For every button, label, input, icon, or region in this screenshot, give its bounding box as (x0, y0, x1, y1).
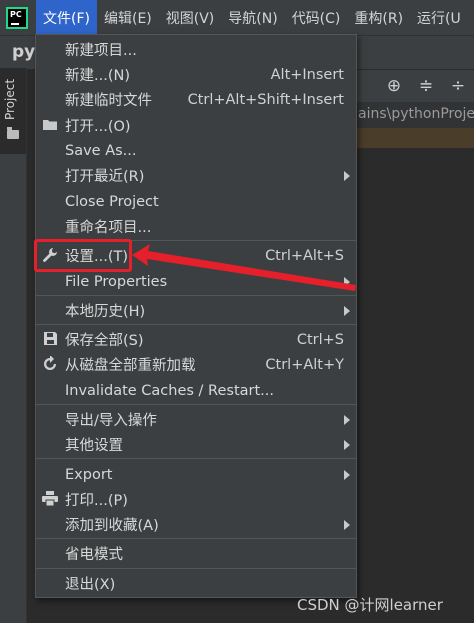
project-name-label: py (12, 42, 36, 62)
menu-item-reload-from-disk[interactable]: 从磁盘全部重新加载 Ctrl+Alt+Y (36, 352, 356, 377)
menu-separator (36, 404, 356, 405)
menu-item-label: 导出/导入操作 (65, 413, 157, 429)
menu-separator (36, 458, 356, 459)
menu-item-label: Close Project (65, 193, 159, 210)
menu-item-label: Export (65, 466, 113, 483)
pycharm-logo-icon: PC (6, 6, 28, 29)
menu-item-label: Save As... (65, 142, 137, 159)
menu-item-label: 从磁盘全部重新加载 (65, 358, 196, 374)
menu-separator (36, 295, 356, 296)
menu-separator (36, 538, 356, 539)
menu-item-label: 本地历史(H) (65, 304, 146, 320)
menu-item-local-history[interactable]: 本地历史(H) (36, 298, 356, 323)
printer-icon (41, 490, 59, 509)
menu-item-label: 新建临时文件 (65, 93, 152, 109)
folder-icon (41, 117, 59, 135)
menu-item-label: 打开...(O) (65, 119, 131, 135)
menu-navigate[interactable]: 导航(N) (221, 0, 284, 35)
submenu-arrow-icon (344, 276, 350, 287)
file-menu-dropdown: 新建项目... 新建...(N) Alt+Insert 新建临时文件 Ctrl+… (35, 34, 357, 598)
menu-item-close-project[interactable]: Close Project (36, 189, 356, 214)
menu-item-shortcut: Ctrl+Alt+S (265, 247, 344, 264)
menu-item-shortcut: Alt+Insert (270, 66, 344, 83)
menu-item-save-as[interactable]: Save As... (36, 138, 356, 163)
menu-item-rename-project[interactable]: 重命名项目... (36, 214, 356, 239)
menu-item-exit[interactable]: 退出(X) (36, 571, 356, 596)
project-path-text: ains\pythonProje (358, 106, 474, 122)
reload-icon (41, 354, 59, 374)
folder-icon (7, 127, 19, 139)
menu-item-label: Invalidate Caches / Restart... (65, 382, 274, 399)
menu-item-label: 新建...(N) (65, 68, 130, 84)
collapse-all-icon[interactable]: ÷ (448, 76, 468, 96)
menu-refactor[interactable]: 重构(R) (347, 0, 410, 35)
menu-edit[interactable]: 编辑(E) (97, 0, 159, 35)
menu-bar: PC 文件(F) 编辑(E) 视图(V) 导航(N) 代码(C) 重构(R) 运… (0, 0, 474, 35)
menu-item-add-to-favorites[interactable]: 添加到收藏(A) (36, 512, 356, 537)
menu-item-label: 保存全部(S) (65, 333, 144, 349)
menu-item-label: 省电模式 (65, 547, 123, 563)
menu-item-label: File Properties (65, 273, 168, 290)
menu-item-shortcut: Ctrl+S (296, 331, 344, 348)
submenu-arrow-icon (344, 170, 350, 181)
selected-row-highlight (356, 128, 474, 148)
save-icon (41, 331, 59, 349)
menu-item-save-all[interactable]: 保存全部(S) Ctrl+S (36, 327, 356, 352)
menu-item-power-save-mode[interactable]: 省电模式 (36, 541, 356, 566)
menu-item-invalidate-caches[interactable]: Invalidate Caches / Restart... (36, 378, 356, 403)
menu-item-new[interactable]: 新建...(N) Alt+Insert (36, 62, 356, 87)
menu-view[interactable]: 视图(V) (159, 0, 222, 35)
target-icon[interactable]: ⊕ (384, 76, 404, 96)
watermark-text: CSDN @计网learner (297, 596, 443, 614)
menu-item-label: 添加到收藏(A) (65, 518, 159, 534)
menu-item-shortcut: Ctrl+Alt+Y (265, 356, 344, 373)
project-tool-tab-label: Project (3, 78, 17, 120)
menu-item-other-settings[interactable]: 其他设置 (36, 432, 356, 457)
submenu-arrow-icon (344, 519, 350, 530)
menu-separator (36, 324, 356, 325)
menu-item-label: 新建项目... (65, 43, 137, 59)
submenu-arrow-icon (344, 414, 350, 425)
menu-item-label: 打开最近(R) (65, 169, 145, 185)
menu-item-open[interactable]: 打开...(O) (36, 113, 356, 138)
menu-item-label: 其他设置 (65, 438, 123, 454)
menu-item-shortcut: Ctrl+Alt+Shift+Insert (187, 91, 344, 108)
menu-item-label: 退出(X) (65, 577, 116, 593)
menu-item-export[interactable]: Export (36, 462, 356, 487)
expand-all-icon[interactable]: ≑ (416, 76, 436, 96)
menu-item-export-import-actions[interactable]: 导出/导入操作 (36, 407, 356, 432)
menu-run[interactable]: 运行(U (410, 0, 468, 35)
menu-separator (36, 568, 356, 569)
menu-item-new-scratch-file[interactable]: 新建临时文件 Ctrl+Alt+Shift+Insert (36, 87, 356, 112)
menu-code[interactable]: 代码(C) (285, 0, 348, 35)
menu-item-label: 重命名项目... (65, 220, 152, 236)
menu-item-open-recent[interactable]: 打开最近(R) (36, 163, 356, 188)
menu-item-new-project[interactable]: 新建项目... (36, 37, 356, 62)
menu-item-label: 打印...(P) (65, 493, 128, 509)
menu-file[interactable]: 文件(F) (36, 0, 97, 35)
menu-item-print[interactable]: 打印...(P) (36, 487, 356, 512)
submenu-arrow-icon (344, 469, 350, 480)
menu-item-file-properties[interactable]: File Properties (36, 269, 356, 294)
submenu-arrow-icon (344, 439, 350, 450)
annotation-highlight-box (34, 239, 132, 272)
submenu-arrow-icon (344, 305, 350, 316)
